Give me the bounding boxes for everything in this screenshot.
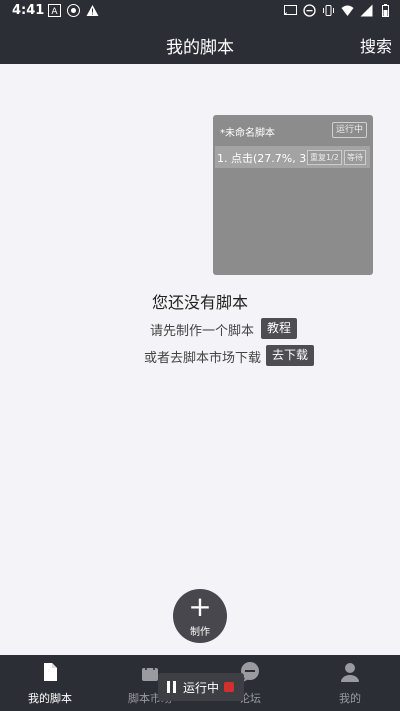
app-header: 我的脚本 搜索: [0, 22, 400, 64]
overlay-step-text: 1. 点击(27.7%, 31: [217, 152, 314, 165]
overlay-wait-badge: 等待: [344, 150, 366, 165]
running-label: 运行中: [183, 681, 220, 695]
overlay-repeat-badge: 重复1/2: [307, 150, 342, 165]
empty-state-line1: 请先制作一个脚本: [150, 324, 255, 339]
download-button[interactable]: 去下载: [266, 345, 315, 366]
document-icon: [44, 663, 57, 681]
empty-state-line2: 或者去脚本市场下载: [144, 351, 262, 366]
plus-icon: +: [188, 590, 212, 623]
create-label: 制作: [190, 627, 210, 638]
empty-state-title: 您还没有脚本: [151, 293, 248, 312]
running-indicator[interactable]: 运行中: [158, 673, 244, 701]
cast-icon: [284, 5, 297, 16]
svg-text:A: A: [51, 7, 58, 17]
create-script-fab[interactable]: + 制作: [173, 589, 227, 643]
battery-icon: [382, 4, 389, 17]
nav-item-profile[interactable]: 我的: [310, 655, 390, 711]
search-button[interactable]: 搜索: [360, 33, 392, 57]
overlay-status-badge: 运行中: [331, 122, 367, 138]
overlay-script-name: *未命名脚本: [220, 128, 275, 139]
wifi-icon: [341, 5, 354, 16]
do-not-disturb-icon: [303, 4, 316, 17]
overlay-step-row[interactable]: 1. 点击(27.7%, 31 重复1/2 等待: [215, 146, 370, 168]
signal-icon: [360, 4, 373, 17]
pause-icon[interactable]: [167, 681, 177, 693]
status-bar: 4:41 A: [0, 0, 400, 22]
nav-label: 我的: [339, 692, 361, 705]
page-title: 我的脚本: [166, 38, 234, 58]
vibrate-icon: [323, 5, 334, 16]
person-icon: [341, 663, 359, 682]
status-time: 4:41: [12, 3, 45, 18]
app-grid-icon: [67, 4, 80, 17]
warning-icon: [86, 5, 99, 16]
nav-label: 我的脚本: [28, 692, 72, 705]
app-a-icon: A: [48, 4, 61, 17]
tutorial-button[interactable]: 教程: [261, 318, 298, 339]
nav-item-my-scripts[interactable]: 我的脚本: [10, 655, 90, 711]
stop-icon[interactable]: [224, 682, 234, 692]
running-script-overlay[interactable]: *未命名脚本 运行中 1. 点击(27.7%, 31 重复1/2 等待: [213, 115, 373, 275]
